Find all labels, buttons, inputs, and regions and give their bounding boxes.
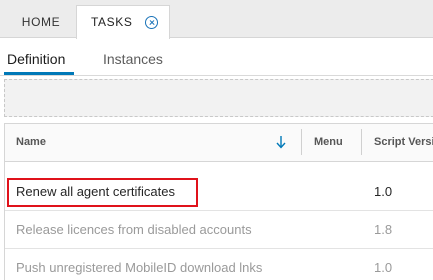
tab-home-label: HOME — [21, 15, 61, 29]
task-script-version: 1.0 — [374, 260, 393, 275]
sort-descending-icon[interactable] — [275, 134, 287, 150]
tab-tasks[interactable]: TASKS — [76, 5, 170, 39]
tab-definition[interactable]: Definition — [7, 51, 65, 67]
column-header-menu[interactable]: Menu — [314, 136, 343, 148]
tab-home[interactable]: HOME — [8, 6, 74, 38]
top-tab-strip: HOME TASKS — [0, 0, 433, 39]
task-name: Renew all agent certificates — [16, 184, 175, 199]
column-separator[interactable] — [301, 129, 302, 155]
column-header-script-version[interactable]: Script Versi — [374, 136, 433, 148]
task-script-version: 1.8 — [374, 222, 393, 237]
task-name: Push unregistered MobileID download lnks — [16, 260, 263, 275]
secondary-tabs: Definition Instances — [0, 38, 433, 76]
toolbar-area — [4, 79, 433, 117]
active-tab-indicator — [4, 72, 74, 75]
tab-definition-label: Definition — [7, 51, 66, 67]
task-name: Release licences from disabled accounts — [16, 222, 252, 237]
column-header-name[interactable]: Name — [16, 136, 46, 148]
tab-instances-label: Instances — [103, 51, 163, 67]
app-window: HOME TASKS Definition Instances Name Men… — [0, 0, 433, 280]
tasks-grid: Name Menu Script Versi Renew all agent c… — [4, 123, 433, 280]
tab-instances[interactable]: Instances — [103, 51, 163, 67]
table-row[interactable]: Renew all agent certificates 1.0 — [5, 174, 433, 211]
column-separator[interactable] — [361, 129, 362, 155]
table-row[interactable]: Push unregistered MobileID download lnks… — [5, 250, 433, 280]
close-icon[interactable] — [145, 16, 158, 29]
grid-header: Name Menu Script Versi — [5, 124, 433, 162]
tab-tasks-label: TASKS — [91, 15, 133, 29]
table-row[interactable]: Release licences from disabled accounts … — [5, 212, 433, 249]
task-script-version: 1.0 — [374, 184, 393, 199]
